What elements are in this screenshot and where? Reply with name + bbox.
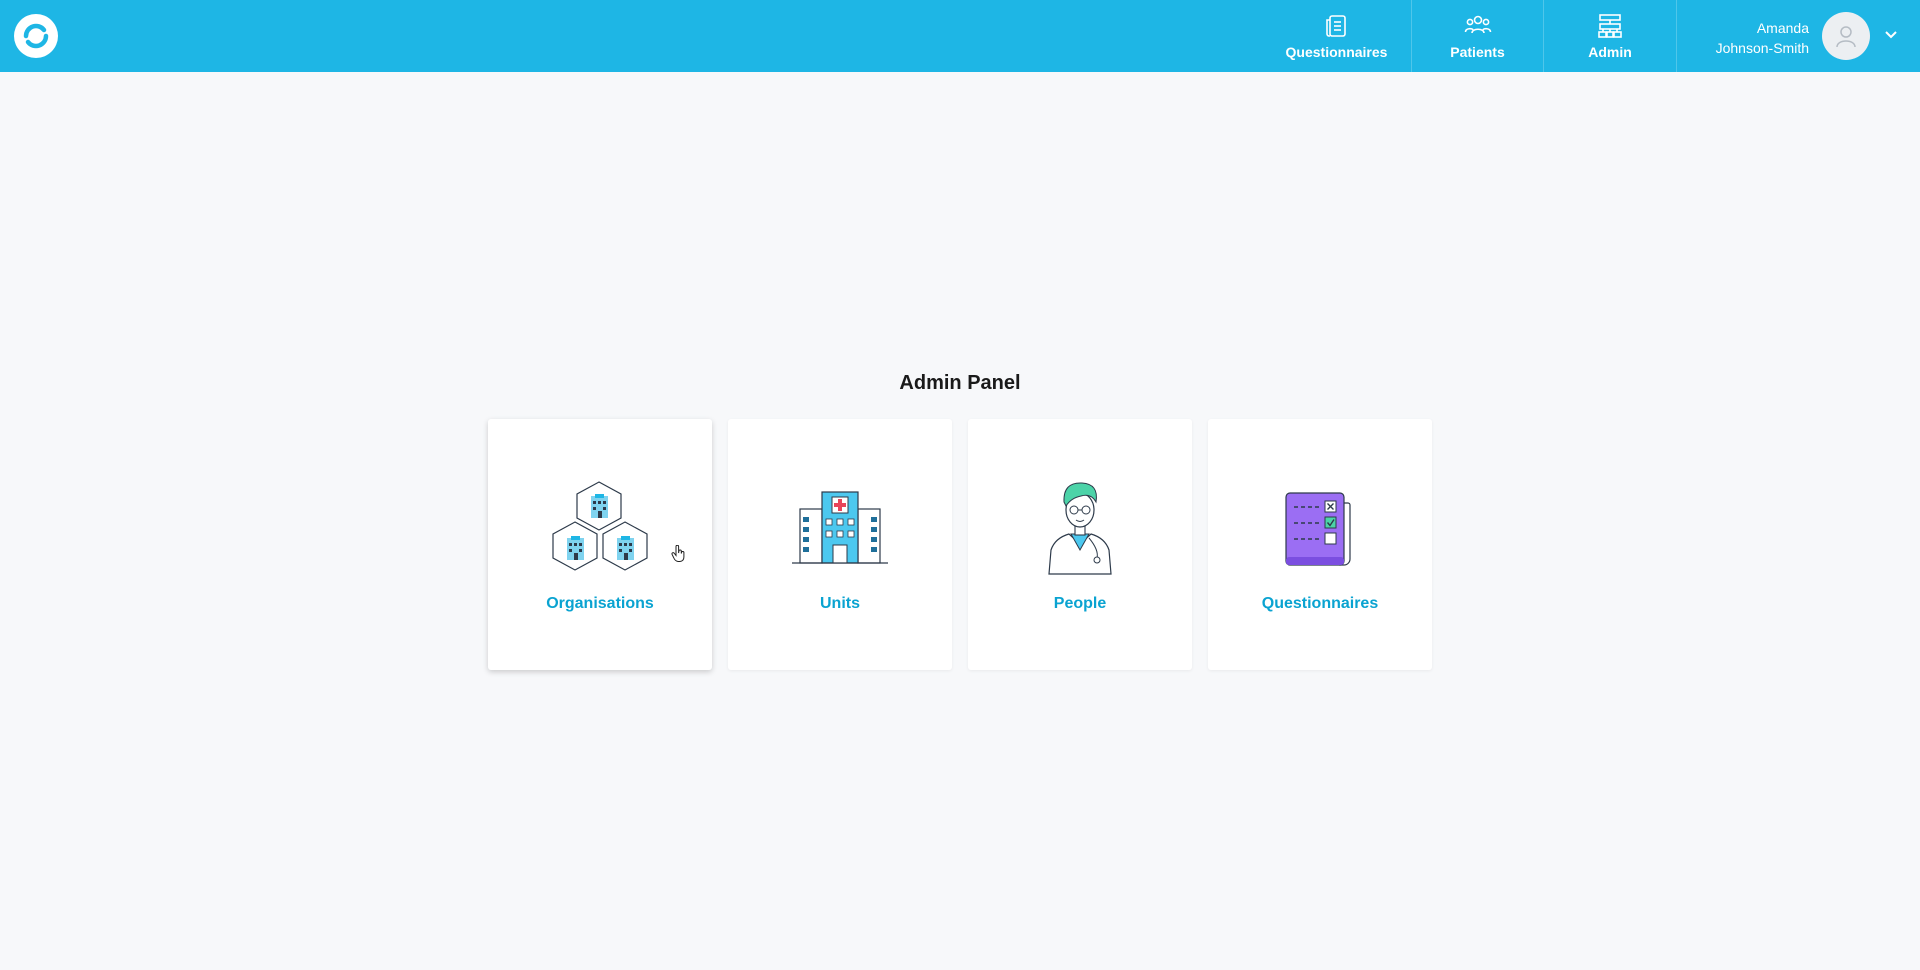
card-people-label: People <box>1053 595 1107 612</box>
card-organisations-label: Organisations <box>546 595 654 612</box>
card-units-label: Units <box>820 595 860 612</box>
nav-questionnaires-label: Questionnaires <box>1285 43 1388 60</box>
nav-questionnaires[interactable]: Questionnaires <box>1262 0 1412 72</box>
user-first-name: Amanda <box>1756 20 1809 36</box>
questionnaire-checklist-icon <box>1285 491 1351 566</box>
nav-patients[interactable]: Patients <box>1412 0 1544 72</box>
user-menu[interactable]: Amanda Johnson-Smith <box>1677 0 1920 72</box>
refresh-circle-icon <box>23 23 49 49</box>
card-people[interactable]: People <box>968 419 1192 670</box>
user-name: Amanda Johnson-Smith <box>1716 18 1809 58</box>
user-last-name: Johnson-Smith <box>1715 40 1809 56</box>
nav-admin[interactable]: Admin <box>1544 0 1677 72</box>
app-logo[interactable] <box>14 14 58 58</box>
chevron-down-icon[interactable] <box>1884 28 1898 42</box>
nav-patients-label: Patients <box>1450 43 1505 60</box>
hexagon-buildings-icon <box>552 480 648 571</box>
hospital-building-icon <box>792 490 888 564</box>
avatar[interactable] <box>1822 12 1870 60</box>
user-avatar-icon <box>1836 26 1856 48</box>
card-questionnaires-label: Questionnaires <box>1261 595 1379 612</box>
doctor-person-icon <box>1048 481 1112 575</box>
page-title: Admin Panel <box>899 372 1021 394</box>
card-people-illustration <box>1020 474 1140 579</box>
top-navigation-bar: Questionnaires Patients Admin Amanda Joh… <box>0 0 1920 72</box>
card-organisations-illustration <box>540 474 660 579</box>
nav-admin-label: Admin <box>1588 43 1632 60</box>
sitemap-icon <box>1598 13 1622 38</box>
card-questionnaires[interactable]: Questionnaires <box>1208 419 1432 670</box>
hand-pointer-cursor-icon <box>671 545 685 562</box>
users-group-icon <box>1464 15 1491 33</box>
card-questionnaires-illustration <box>1260 474 1380 579</box>
card-units[interactable]: Units <box>728 419 952 670</box>
card-units-illustration <box>780 474 900 579</box>
document-list-icon <box>1325 14 1346 37</box>
